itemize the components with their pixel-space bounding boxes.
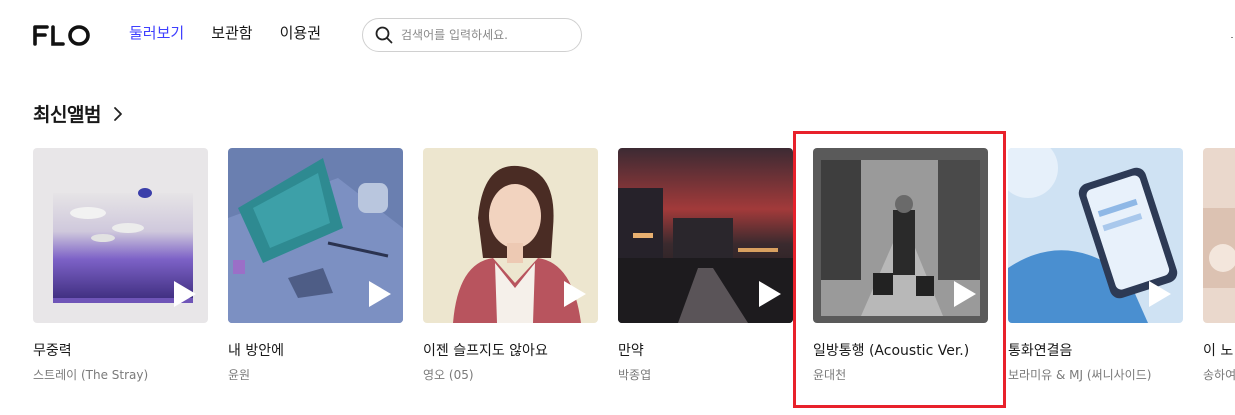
search-input[interactable] — [401, 28, 561, 42]
top-header: 둘러보기 보관함 이용권 — [0, 0, 1235, 70]
album-title[interactable]: 일방통행 (Acoustic Ver.) — [813, 340, 988, 360]
album-artist[interactable]: 박종엽 — [618, 366, 793, 383]
album-cover[interactable] — [1203, 148, 1235, 323]
album-card[interactable]: 무중력 스트레이 (The Stray) — [33, 148, 208, 383]
search-icon[interactable] — [375, 26, 393, 44]
play-icon[interactable] — [1147, 279, 1173, 309]
play-icon[interactable] — [172, 279, 198, 309]
album-cover[interactable] — [33, 148, 208, 323]
play-icon[interactable] — [952, 279, 978, 309]
header-edge-mark — [1231, 37, 1233, 38]
play-icon[interactable] — [367, 279, 393, 309]
album-carousel: 무중력 스트레이 (The Stray) 내 방안에 윤원 이젠 슬프지도 않아… — [33, 148, 1235, 388]
album-artist[interactable]: 보라미유 & MJ (써니사이드) — [1008, 366, 1183, 383]
album-cover[interactable] — [813, 148, 988, 323]
album-title[interactable]: 내 방안에 — [228, 340, 403, 360]
album-card[interactable]: 이젠 슬프지도 않아요 영오 (05) — [423, 148, 598, 383]
chevron-right-icon[interactable] — [113, 106, 123, 122]
album-cover[interactable] — [423, 148, 598, 323]
main-nav: 둘러보기 보관함 이용권 — [129, 23, 348, 43]
album-cover[interactable] — [228, 148, 403, 323]
album-cover[interactable] — [1008, 148, 1183, 323]
album-title[interactable]: 이젠 슬프지도 않아요 — [423, 340, 598, 360]
section-title: 최신앨범 — [33, 104, 101, 126]
search-box[interactable] — [362, 18, 582, 52]
album-card[interactable]: 내 방안에 윤원 — [228, 148, 403, 383]
album-artist[interactable]: 윤원 — [228, 366, 403, 383]
album-artist[interactable]: 스트레이 (The Stray) — [33, 366, 208, 383]
album-card[interactable]: 만약 박종엽 — [618, 148, 793, 383]
album-title[interactable]: 이 노 — [1203, 340, 1235, 360]
section-header-new-albums[interactable]: 최신앨범 — [33, 100, 123, 127]
album-card[interactable]: 이 노 송하여 — [1203, 148, 1235, 383]
album-cover[interactable] — [618, 148, 793, 323]
album-card[interactable]: 일방통행 (Acoustic Ver.) 윤대천 — [813, 148, 988, 383]
nav-subscription[interactable]: 이용권 — [280, 23, 321, 43]
album-artist[interactable]: 영오 (05) — [423, 366, 598, 383]
album-artist[interactable]: 송하여 — [1203, 366, 1235, 383]
album-artist[interactable]: 윤대천 — [813, 366, 988, 383]
flo-logo[interactable] — [33, 22, 91, 48]
play-icon[interactable] — [562, 279, 588, 309]
album-art — [1203, 148, 1235, 323]
play-icon[interactable] — [757, 279, 783, 309]
nav-explore[interactable]: 둘러보기 — [129, 23, 184, 43]
album-title[interactable]: 만약 — [618, 340, 793, 360]
nav-library[interactable]: 보관함 — [211, 23, 252, 43]
album-title[interactable]: 무중력 — [33, 340, 208, 360]
album-title[interactable]: 통화연결음 — [1008, 340, 1183, 360]
album-card[interactable]: 통화연결음 보라미유 & MJ (써니사이드) — [1008, 148, 1183, 383]
